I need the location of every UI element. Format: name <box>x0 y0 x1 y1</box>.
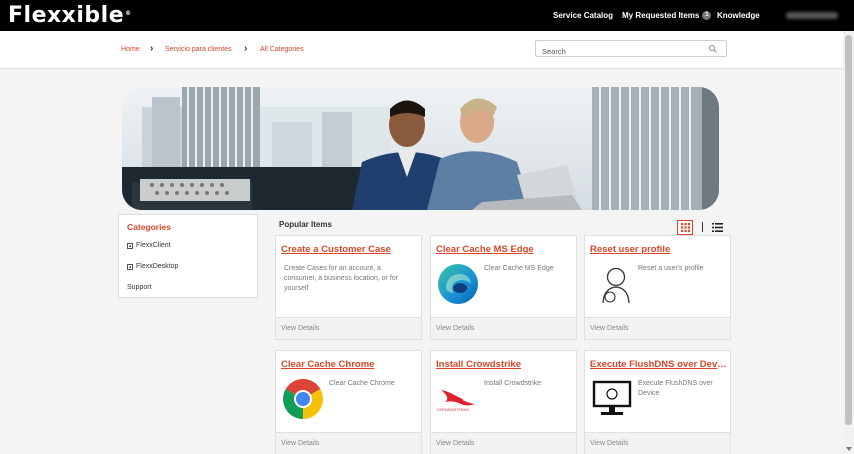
view-details-link[interactable]: View Details <box>436 325 474 332</box>
card-description: Execute FlushDNS over Device <box>638 380 713 397</box>
nav-service-catalog[interactable]: Service Catalog <box>553 0 613 31</box>
requested-items-count-badge: 1 <box>702 11 712 20</box>
hero-banner-image <box>122 87 719 210</box>
card-footer[interactable]: View Details <box>585 317 730 339</box>
expand-plus-icon[interactable] <box>127 263 133 270</box>
card-description: Clear Cache MS Edge <box>484 265 554 272</box>
item-card-clear-cache-ms-edge[interactable]: Clear Cache MS Edge Clear Cache MS Edge … <box>430 235 577 340</box>
breadcrumb-home[interactable]: Home <box>121 46 140 53</box>
nav-my-requested-items[interactable]: My Requested Items 1 <box>622 0 712 31</box>
card-footer[interactable]: View Details <box>276 432 421 454</box>
card-description: Create Cases for an account, a consumer,… <box>284 265 399 292</box>
card-title[interactable]: Create a Customer Case <box>281 244 419 255</box>
category-label: Support <box>127 284 152 291</box>
user-icon <box>602 267 630 304</box>
breadcrumb-all-categories[interactable]: All Categories <box>260 46 304 53</box>
view-details-link[interactable]: View Details <box>436 440 474 447</box>
categories-title: Categories <box>127 222 171 232</box>
nav-my-requested-items-label: My Requested Items <box>622 11 700 20</box>
nav-service-catalog-label: Service Catalog <box>553 11 614 20</box>
category-flexxclient[interactable]: FlexxClient <box>127 242 171 249</box>
monitor-icon <box>592 380 632 415</box>
category-support[interactable]: Support <box>127 284 152 291</box>
breadcrumb-separator-icon: › <box>244 43 248 54</box>
card-footer[interactable]: View Details <box>585 432 730 454</box>
card-title[interactable]: Clear Cache MS Edge <box>436 244 574 255</box>
card-title[interactable]: Execute FlushDNS over Device <box>590 359 728 370</box>
expand-plus-icon[interactable] <box>127 242 133 249</box>
nav-knowledge[interactable]: Knowledge <box>717 0 760 31</box>
logo-text: Flexxible <box>8 3 125 28</box>
grid-view-button[interactable] <box>677 220 693 235</box>
list-view-icon[interactable] <box>712 223 723 232</box>
item-card-execute-flushdns[interactable]: Execute FlushDNS over Device Execute Flu… <box>584 350 731 454</box>
office-photo <box>122 87 719 210</box>
card-description: Reset a user's profile <box>638 265 704 272</box>
chrome-icon <box>283 379 323 419</box>
search-icon[interactable] <box>708 44 718 54</box>
scroll-down-arrow-icon[interactable] <box>846 447 852 451</box>
card-description: Install Crowdstrike <box>484 380 542 387</box>
view-details-link[interactable]: View Details <box>590 325 628 332</box>
view-details-link[interactable]: View Details <box>281 440 319 447</box>
view-details-link[interactable]: View Details <box>590 440 628 447</box>
breadcrumb-bar: Home › Servicio para clientes › All Cate… <box>0 31 843 69</box>
top-navigation-bar: Flexxible® Service Catalog My Requested … <box>0 0 854 31</box>
view-details-link[interactable]: View Details <box>281 325 319 332</box>
page-scrollbar[interactable] <box>843 31 854 454</box>
card-title[interactable]: Clear Cache Chrome <box>281 359 419 370</box>
card-title[interactable]: Reset user profile <box>590 244 728 255</box>
crowdstrike-wordmark: CROWDSTRIKE <box>437 407 470 412</box>
search-box <box>535 40 727 59</box>
item-card-install-crowdstrike[interactable]: Install Crowdstrike CROWDSTRIKE Install … <box>430 350 577 454</box>
item-card-clear-cache-chrome[interactable]: Clear Cache Chrome Clear Cache Chrome Vi… <box>275 350 422 454</box>
card-footer[interactable]: View Details <box>431 317 576 339</box>
crowdstrike-icon: CROWDSTRIKE <box>437 378 479 420</box>
search-input[interactable] <box>536 44 696 59</box>
card-footer[interactable]: View Details <box>431 432 576 454</box>
edge-icon <box>438 264 478 304</box>
item-card-reset-user-profile[interactable]: Reset user profile Reset a user's profil… <box>584 235 731 340</box>
card-description: Clear Cache Chrome <box>329 380 395 387</box>
registered-mark: ® <box>125 10 132 17</box>
user-menu[interactable] <box>786 12 838 19</box>
categories-panel: Categories FlexxClient FlexxDesktop Supp… <box>118 214 258 298</box>
breadcrumb-separator-icon: › <box>150 43 154 54</box>
item-card-create-customer-case[interactable]: Create a Customer Case Create Cases for … <box>275 235 422 340</box>
card-title[interactable]: Install Crowdstrike <box>436 359 574 370</box>
nav-knowledge-label: Knowledge <box>717 11 760 20</box>
card-footer[interactable]: View Details <box>276 317 421 339</box>
category-label: FlexxDesktop <box>136 263 179 270</box>
popular-items-title: Popular Items <box>279 220 332 229</box>
category-label: FlexxClient <box>136 242 171 249</box>
scrollbar-thumb[interactable] <box>845 35 852 425</box>
view-toggle-divider <box>702 222 703 232</box>
breadcrumb-servicio-para-clientes[interactable]: Servicio para clientes <box>165 46 232 53</box>
flexxible-logo[interactable]: Flexxible® <box>8 4 132 28</box>
grid-icon <box>680 223 690 232</box>
category-flexxdesktop[interactable]: FlexxDesktop <box>127 263 178 270</box>
